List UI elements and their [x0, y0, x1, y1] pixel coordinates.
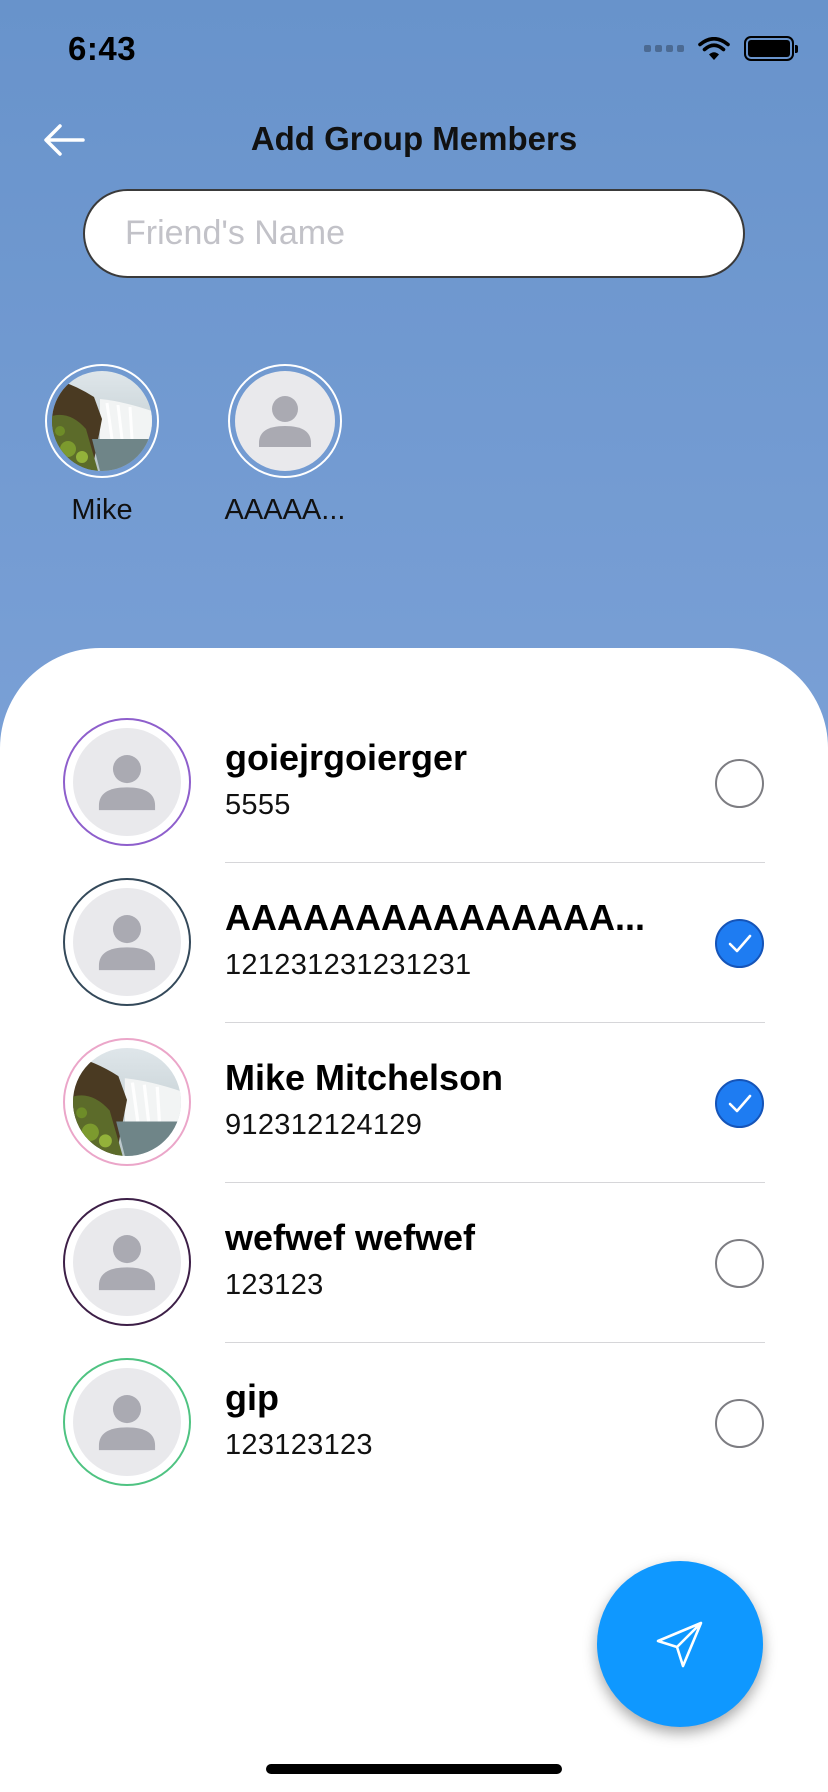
select-contact-checkbox[interactable] [715, 1239, 764, 1288]
page-title: Add Group Members [250, 120, 578, 157]
person-placeholder-icon [73, 728, 181, 836]
waterfall-photo [73, 1048, 181, 1156]
contact-phone: 123123 [225, 1269, 324, 1301]
contact-phone: 5555 [225, 789, 291, 821]
contact-avatar [63, 1038, 191, 1166]
avatar [45, 364, 159, 478]
send-icon [656, 1621, 703, 1668]
checkmark-icon [728, 1094, 751, 1112]
contact-row[interactable]: Mike Mitchelson 912312124129 [0, 1023, 828, 1183]
contact-avatar [63, 718, 191, 846]
battery-icon [744, 36, 798, 61]
selected-member-name: AAAAA... [224, 494, 346, 526]
contact-phone: 912312124129 [225, 1109, 423, 1141]
selected-member-name: Mike [71, 494, 133, 526]
person-placeholder-icon [235, 371, 335, 471]
checkmark-icon [728, 934, 751, 952]
contact-avatar [63, 878, 191, 1006]
contact-avatar [63, 1198, 191, 1326]
contact-phone: 123123123 [225, 1429, 373, 1461]
contact-phone: 121231231231231 [225, 949, 472, 981]
person-placeholder-icon [73, 1368, 181, 1476]
contact-row[interactable]: goiejrgoierger 5555 [0, 703, 828, 863]
friend-name-search-input[interactable] [83, 189, 745, 278]
cellular-signal-icon [644, 45, 684, 52]
selected-member[interactable]: Mike [12, 364, 192, 527]
contact-row[interactable]: wefwef wefwef 123123 [0, 1183, 828, 1343]
contact-name: wefwef wefwef [225, 1217, 476, 1258]
home-indicator [266, 1764, 562, 1774]
selected-member[interactable]: AAAAA... [195, 364, 375, 527]
select-contact-checkbox[interactable] [715, 1399, 764, 1448]
status-time: 6:43 [68, 30, 137, 67]
contact-name: Mike Mitchelson [225, 1057, 504, 1098]
waterfall-photo [52, 371, 152, 471]
contact-row[interactable]: gip 123123123 [0, 1343, 828, 1503]
send-button[interactable] [597, 1561, 763, 1727]
contact-name: goiejrgoierger [225, 737, 468, 778]
status-icons [644, 36, 798, 61]
contact-avatar [63, 1358, 191, 1486]
select-contact-checkbox[interactable] [715, 919, 764, 968]
person-placeholder-icon [73, 888, 181, 996]
contact-name: gip [225, 1377, 279, 1418]
select-contact-checkbox[interactable] [715, 759, 764, 808]
contact-name: AAAAAAAAAAAAAAA... [225, 897, 645, 938]
contact-row[interactable]: AAAAAAAAAAAAAAA... 121231231231231 [0, 863, 828, 1023]
person-placeholder-icon [73, 1208, 181, 1316]
wifi-icon [698, 36, 730, 60]
select-contact-checkbox[interactable] [715, 1079, 764, 1128]
avatar [228, 364, 342, 478]
